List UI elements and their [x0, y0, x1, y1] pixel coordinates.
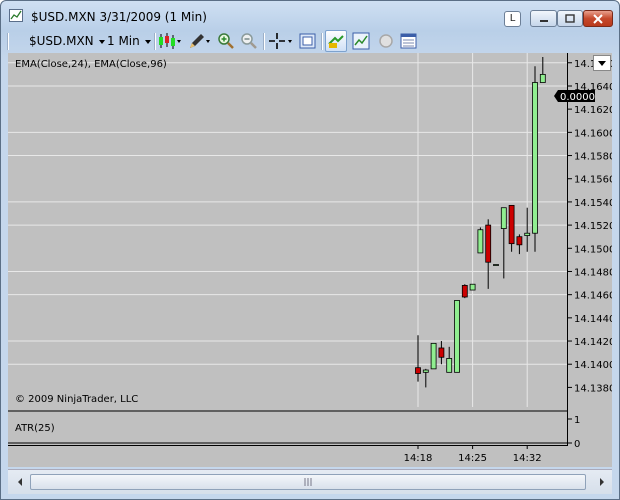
time-tick-label: 14:32 [513, 453, 542, 464]
chart-app-icon [9, 9, 23, 22]
chart-properties-button[interactable] [325, 30, 347, 52]
link-button[interactable]: L [504, 11, 521, 27]
crosshair-icon[interactable] [268, 32, 294, 50]
candles [415, 57, 546, 388]
candle-body [469, 283, 476, 291]
candle-body [516, 236, 523, 246]
scroll-left-arrow-icon[interactable] [13, 474, 27, 490]
scrollbar-thumb[interactable] [30, 474, 586, 490]
price-tick-label: 14.1460 [574, 291, 612, 302]
indicators-icon[interactable] [352, 32, 370, 50]
copyright-text: © 2009 NinjaTrader, LLC [15, 394, 139, 405]
drawing-pencil-icon[interactable] [188, 32, 212, 50]
close-icon [593, 14, 603, 24]
toolbar-grip [7, 33, 9, 50]
minimize-icon [539, 20, 548, 22]
chart-panel[interactable]: 14.166014.164014.162014.160014.158014.15… [8, 53, 612, 467]
window-title: $USD.MXN 3/31/2009 (1 Min) [31, 10, 207, 24]
atr-tick-label: 1 [574, 415, 580, 426]
price-tick-label: 14.1520 [574, 221, 612, 232]
instrument-selector[interactable]: $USD.MXN [29, 29, 105, 53]
price-tick-label: 14.1620 [574, 105, 612, 116]
candlestick-style-icon[interactable] [158, 32, 182, 50]
time-tick-label: 14:18 [404, 453, 433, 464]
atr-label: ATR(25) [15, 423, 55, 434]
candle-body [438, 347, 445, 358]
price-tick-label: 14.1540 [574, 198, 612, 209]
interval-selector[interactable]: 1 Min [107, 29, 151, 53]
zoom-in-icon[interactable] [217, 32, 235, 50]
minimize-button[interactable] [530, 10, 557, 27]
chart-menu-dropdown[interactable] [593, 55, 611, 71]
candle-body [430, 342, 437, 370]
candle-body [477, 229, 484, 254]
time-axis: 14:18 14:25 14:32 [404, 445, 542, 464]
candle-body [415, 367, 421, 374]
chevron-down-icon [144, 39, 151, 44]
close-button[interactable] [583, 10, 613, 27]
maximize-button[interactable] [557, 10, 583, 27]
grid-lines [8, 53, 568, 407]
candle-body [532, 82, 538, 234]
candle-body [493, 264, 499, 266]
scroll-right-arrow-icon[interactable] [595, 474, 609, 490]
candle-body [422, 369, 429, 373]
zoom-out-icon[interactable] [240, 32, 258, 50]
chart-toolbar: $USD.MXN 1 Min [5, 29, 613, 53]
candle-body [446, 358, 453, 373]
price-tick-label: 14.1560 [574, 175, 612, 186]
time-tick-label: 14:25 [458, 453, 487, 464]
interval-label: 1 Min [107, 34, 140, 48]
current-value-badge: 0.0000 [554, 90, 595, 103]
current-value-text: 0.0000 [560, 92, 595, 103]
candle-body [508, 204, 515, 245]
price-tick-label: 14.1600 [574, 128, 612, 139]
price-tick-label: 14.1480 [574, 267, 612, 278]
candle-body [485, 224, 492, 263]
maximize-icon [565, 14, 575, 23]
indicator-label: EMA(Close,24), EMA(Close,96) [15, 59, 167, 70]
candle-body [500, 207, 507, 229]
chart-properties-icon [328, 35, 344, 48]
data-box-icon[interactable] [299, 32, 317, 50]
chevron-down-icon [98, 39, 105, 44]
candle-body [461, 284, 468, 298]
instrument-label: $USD.MXN [29, 34, 94, 48]
candle-body [539, 73, 546, 83]
chart-trader-icon[interactable] [400, 32, 418, 50]
scrollbar-grip-icon [304, 478, 312, 486]
price-tick-label: 14.1400 [574, 360, 612, 371]
candle-body [524, 232, 531, 236]
price-tick-label: 14.1420 [574, 337, 612, 348]
horizontal-scrollbar[interactable] [8, 469, 612, 494]
title-bar[interactable]: $USD.MXN 3/31/2009 (1 Min) L [1, 1, 619, 29]
price-tick-label: 14.1440 [574, 314, 612, 325]
price-axis: 14.166014.164014.162014.160014.158014.15… [568, 59, 612, 394]
atr-axis: 10 [568, 415, 580, 450]
price-tick-label: 14.1580 [574, 152, 612, 163]
atr-tick-label: 0 [574, 439, 580, 450]
strategies-icon[interactable] [377, 32, 395, 50]
price-tick-label: 14.1380 [574, 383, 612, 394]
price-tick-label: 14.1500 [574, 244, 612, 255]
candle-body [454, 300, 460, 373]
chart-window: $USD.MXN 3/31/2009 (1 Min) L $USD.MXN 1 … [0, 0, 620, 500]
